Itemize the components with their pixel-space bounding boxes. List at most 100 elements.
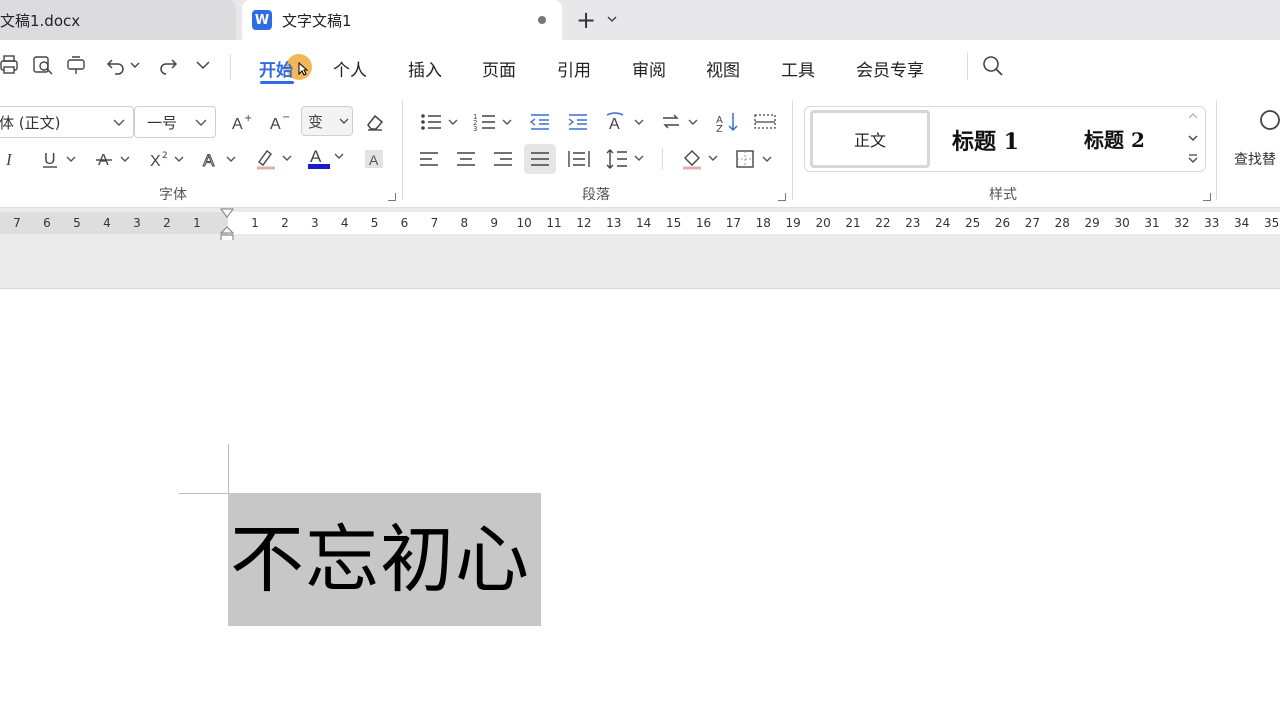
new-tab-icon[interactable]: + (576, 8, 596, 32)
numbered-list-icon[interactable]: 123 (472, 110, 516, 134)
svg-text:I: I (5, 150, 13, 169)
group-label-styles: 样式 (989, 187, 1017, 203)
ruler-tick: 7 (13, 216, 21, 230)
wps-writer-icon: W (252, 10, 272, 30)
font-dialog-launcher-icon[interactable] (388, 193, 396, 201)
paragraph-dialog-launcher-icon[interactable] (778, 193, 786, 201)
ruler-tick: 2 (281, 216, 289, 230)
shading-icon[interactable] (680, 148, 722, 170)
font-color-icon[interactable]: A (306, 146, 346, 170)
clear-format-icon[interactable] (362, 110, 388, 134)
styles-dialog-launcher-icon[interactable] (1203, 193, 1211, 201)
ruler-tick: 11 (546, 216, 562, 230)
ruler-tick: 34 (1234, 216, 1250, 230)
tab-personal[interactable]: 个人 (333, 56, 367, 81)
sort-icon[interactable]: AZ (714, 110, 742, 134)
first-line-indent-marker-icon[interactable] (220, 208, 234, 220)
chevron-down-icon (113, 116, 125, 128)
svg-text:A: A (310, 147, 322, 166)
ruler-tick: 8 (460, 216, 469, 230)
tab-references[interactable]: 引用 (557, 56, 591, 81)
ruler-tick: 5 (370, 216, 379, 230)
superscript-icon[interactable]: X2 (148, 148, 188, 170)
divider (662, 148, 663, 170)
show-marks-icon[interactable] (752, 110, 778, 134)
justify-icon[interactable] (524, 144, 556, 174)
svg-text:−: − (282, 112, 290, 123)
active-tab-underline (260, 81, 294, 84)
grow-font-icon[interactable]: A + (228, 110, 256, 134)
ruler-tick: 29 (1084, 216, 1100, 230)
decrease-indent-icon[interactable] (528, 110, 552, 134)
text-effect-icon[interactable]: A (200, 148, 240, 170)
chevron-down-icon[interactable] (606, 12, 618, 26)
ruler-tick: 2 (163, 216, 171, 230)
style-heading-1[interactable]: 标题 1 (952, 124, 1019, 156)
undo-icon[interactable] (106, 54, 126, 76)
strikethrough-icon[interactable]: A (94, 148, 134, 170)
borders-icon[interactable] (734, 148, 776, 170)
print-preview-icon[interactable] (32, 54, 54, 76)
char-shading-icon[interactable]: A (362, 148, 386, 170)
find-icon[interactable] (1258, 108, 1280, 132)
tab-member[interactable]: 会员专享 (856, 56, 924, 81)
style-heading-2[interactable]: 标题 2 (1084, 124, 1145, 153)
paragraph-direction-icon[interactable] (660, 110, 702, 134)
group-divider (1216, 100, 1217, 200)
tab-document-active[interactable]: W 文字文稿1 (242, 0, 562, 40)
align-right-icon[interactable] (490, 148, 516, 170)
font-size-select[interactable]: 一号 (134, 106, 216, 138)
ruler-tick: 23 (905, 216, 921, 230)
ruler-tick: 1 (251, 216, 259, 230)
print-icon[interactable] (0, 54, 20, 76)
font-name-select[interactable]: 体 (正文) (0, 106, 134, 138)
svg-text:Z: Z (716, 124, 723, 133)
underline-icon[interactable]: U (40, 148, 80, 170)
tab-page[interactable]: 页面 (482, 56, 516, 81)
redo-icon[interactable] (158, 54, 178, 76)
ruler-tick: 24 (935, 216, 951, 230)
ruler-tick: 16 (695, 216, 712, 230)
distribute-icon[interactable] (566, 148, 592, 170)
tab-review[interactable]: 审阅 (632, 56, 666, 81)
more-chevron-icon[interactable] (196, 60, 210, 70)
document-text[interactable]: 不忘初心 (230, 512, 530, 608)
svg-text:A: A (270, 116, 281, 132)
italic-icon[interactable]: I (0, 148, 24, 170)
svg-text:A: A (232, 116, 243, 132)
chevron-down-icon (195, 116, 207, 128)
style-normal[interactable]: 正文 (810, 110, 930, 168)
align-center-icon[interactable] (453, 148, 479, 170)
styles-scroll-down-icon[interactable] (1188, 134, 1198, 142)
tab-label: 文字文稿1 (282, 11, 352, 30)
tab-insert[interactable]: 插入 (408, 56, 442, 81)
format-painter-icon[interactable] (66, 54, 88, 76)
phonetic-guide-button[interactable]: 变 (301, 106, 353, 136)
divider (967, 52, 968, 80)
svg-text:A: A (609, 116, 620, 132)
increase-indent-icon[interactable] (566, 110, 590, 134)
styles-scroll-up-icon[interactable] (1188, 112, 1198, 120)
document-page[interactable] (0, 290, 1280, 720)
text-direction-icon[interactable]: A (604, 110, 648, 134)
find-replace-label[interactable]: 查找替 (1234, 149, 1276, 169)
undo-dropdown-icon[interactable] (130, 60, 140, 70)
bullet-list-icon[interactable] (418, 110, 462, 134)
group-label-paragraph: 段落 (582, 187, 610, 203)
tab-view[interactable]: 视图 (706, 56, 740, 81)
unsaved-dot-icon[interactable] (538, 16, 546, 24)
tab-home[interactable]: 开始 (259, 56, 293, 81)
shrink-font-icon[interactable]: A − (266, 110, 294, 134)
ruler-tick: 10 (516, 216, 532, 230)
svg-text:A: A (203, 151, 215, 169)
ruler-tick: 12 (576, 216, 592, 230)
line-spacing-icon[interactable] (604, 148, 648, 170)
tab-document-1[interactable]: 文稿1.docx (0, 0, 236, 40)
ruler-tick: 15 (665, 216, 682, 230)
styles-more-icon[interactable] (1188, 154, 1198, 164)
ruler-tick: 33 (1204, 216, 1220, 230)
tab-tools[interactable]: 工具 (781, 56, 815, 81)
highlight-icon[interactable] (254, 148, 294, 170)
search-icon[interactable] (982, 55, 1004, 77)
align-left-icon[interactable] (416, 148, 442, 170)
